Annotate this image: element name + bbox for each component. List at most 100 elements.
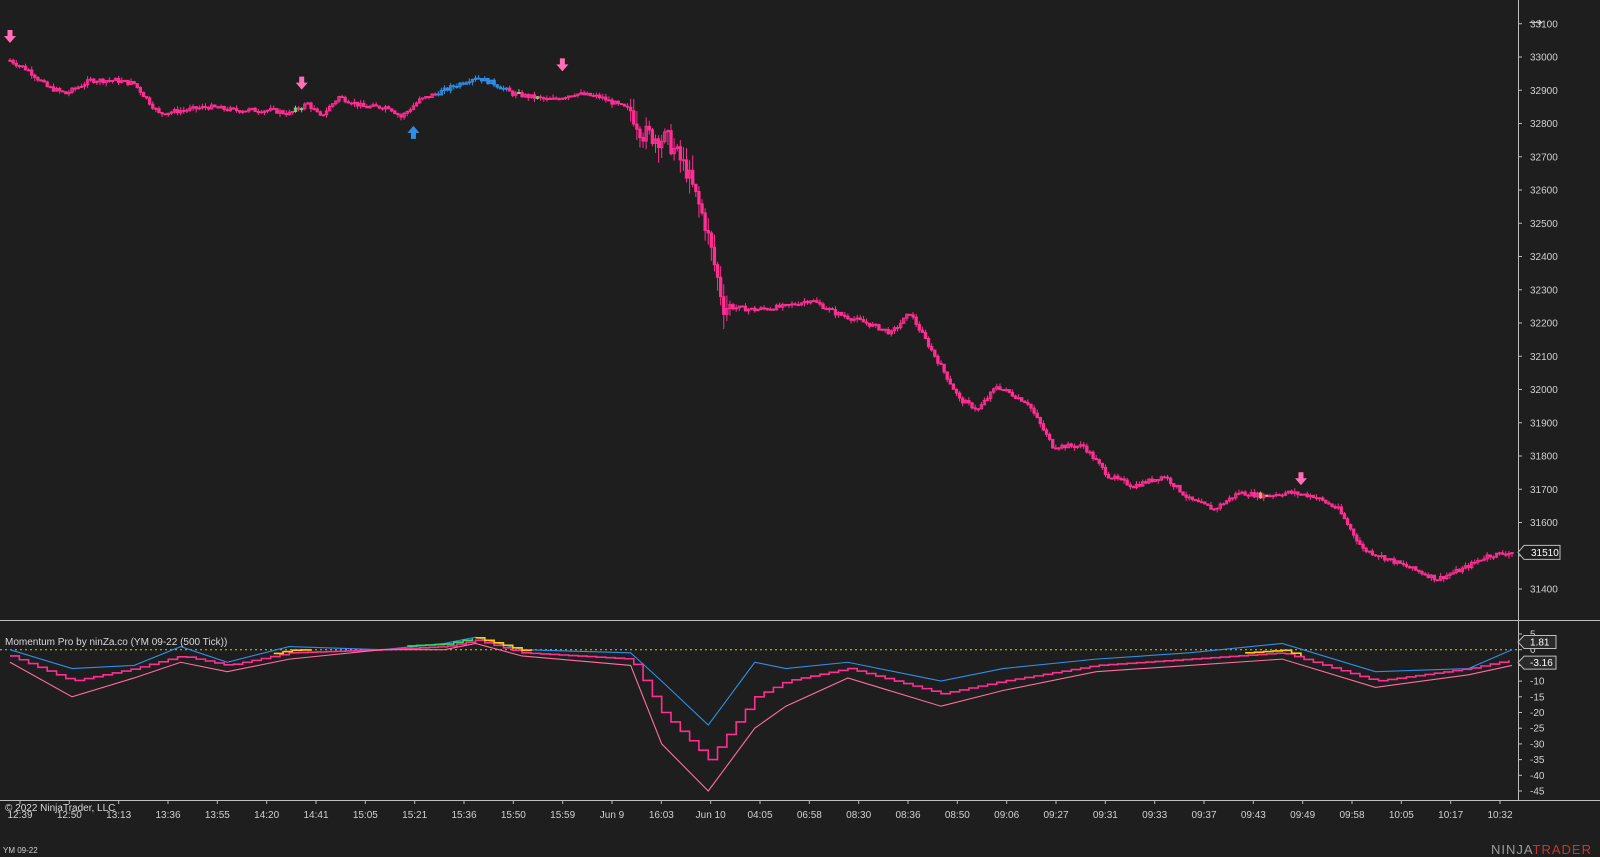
candle-body-down [1082,444,1086,447]
candle-body-down [495,84,499,88]
candle [926,336,931,349]
candle [982,397,987,406]
candle [287,109,291,116]
candle [712,234,717,272]
candle [1075,445,1080,450]
candle [1296,491,1300,499]
candle [1162,475,1167,479]
candle-body-down [452,85,456,88]
candle-body-up [321,114,326,117]
price-tick-label: 32300 [1530,285,1558,296]
candle-body-up [1268,495,1272,498]
candle-body-down [669,130,673,155]
candle-body-down [1190,496,1195,501]
candle-body-down [1069,443,1073,447]
candle-body-down [203,106,208,109]
indicator-tick-label: -40 [1530,771,1545,782]
candle [1063,444,1067,451]
candle [1348,523,1353,531]
candle [1426,572,1430,579]
time-tick-label: 09:06 [994,810,1019,821]
candle [1159,475,1163,481]
chart-canvas[interactable]: 3310033000329003280032700326003250032400… [0,0,1600,856]
candle [141,91,146,98]
candle-body-down [160,112,164,115]
candle-body-up [290,110,295,113]
candle-body-down [957,392,962,399]
candle-body-up [467,81,471,84]
candle [1370,548,1375,557]
candle [861,315,866,323]
candle [182,106,186,114]
candle-body-down [582,92,586,96]
candle [1187,494,1191,501]
candle [36,76,40,83]
candle-body-down [1072,445,1077,448]
candle-body-down [1122,478,1126,481]
candle [753,305,757,313]
candle [1106,472,1111,479]
candle-body-up [1016,397,1021,400]
candle-body-down [1119,478,1123,481]
candle-body-down [17,65,21,68]
candle [244,110,248,113]
candle [458,81,462,89]
candle [1252,488,1257,499]
candle-body-down [1041,423,1046,431]
candle-body-down [318,111,322,116]
sell-arrow-icon [1294,472,1307,486]
candle-body-up [89,78,93,81]
candle [383,104,388,113]
candle [191,104,195,112]
candle-body-down [1172,483,1176,488]
candle [551,94,555,100]
candle [1262,493,1266,502]
candle [185,108,189,114]
candle [461,81,465,86]
candle-body-down [539,96,543,99]
candle [1339,504,1343,515]
candle-body-down [1184,494,1188,498]
candle [1128,482,1132,490]
candle [951,383,956,390]
candle-body-down [1392,558,1396,564]
candle-body-down [399,114,403,118]
candle [1122,476,1126,484]
candle [1398,560,1402,564]
candle-body-down [126,79,130,85]
indicator-tick-label: -20 [1530,708,1545,719]
candle-body-down [1044,429,1049,435]
candle [1072,443,1077,451]
candle-body-down [970,402,974,409]
candle [1085,443,1089,454]
candle-body-up [681,159,686,162]
candle-body-up [1231,497,1235,500]
price-tick-label: 32000 [1530,385,1558,396]
candle [241,109,245,115]
candle-body-down [222,105,226,110]
candle-body-up [563,97,568,100]
candle [1091,450,1095,461]
candle [734,304,738,312]
candle [824,306,828,311]
candle [622,103,627,107]
candle [660,134,664,159]
candle [54,86,59,92]
candle [222,105,226,112]
candle [1469,560,1474,570]
candle-body-down [1128,484,1132,487]
candle [1097,458,1101,466]
time-tick-label: 13:55 [205,810,230,821]
candle [836,311,841,318]
candle [545,95,549,102]
candle [256,108,260,116]
candle [116,75,121,86]
candle [874,323,878,328]
candle [762,305,766,311]
candle [439,87,444,96]
candle-body-down [1311,494,1316,499]
candle [750,307,754,311]
brand-text-trader: TRADER [1532,842,1592,857]
scroll-to-latest-arrow-icon[interactable]: → [1525,6,1547,32]
candle [1488,554,1492,560]
